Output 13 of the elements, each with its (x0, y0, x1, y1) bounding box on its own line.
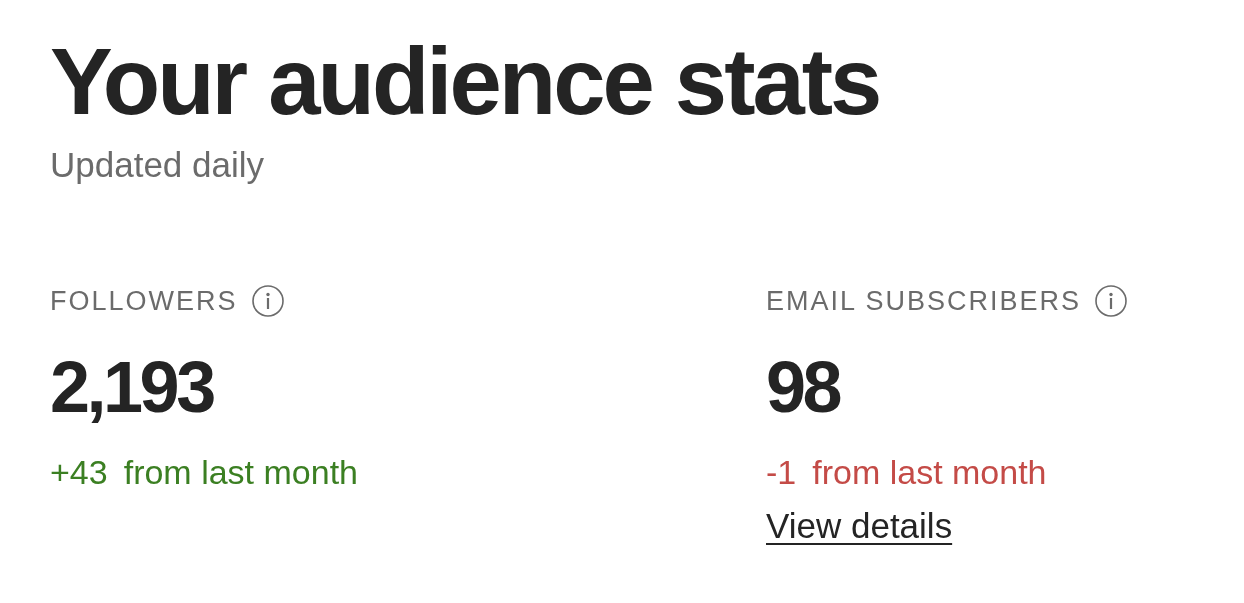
stat-label: FOLLOWERS (50, 285, 238, 318)
stat-value: 98 (766, 348, 840, 428)
stat-label: EMAIL SUBSCRIBERS (766, 285, 1082, 318)
page-subtitle: Updated daily (50, 144, 265, 186)
page-title: Your audience stats (50, 35, 880, 129)
info-icon[interactable] (1095, 285, 1128, 318)
change-amount: -1 (766, 451, 797, 493)
view-details-link[interactable]: View details (766, 505, 953, 548)
change-caption: from last month (812, 451, 1047, 493)
info-icon[interactable] (251, 285, 284, 318)
change-amount: +43 (50, 451, 108, 493)
change-caption: from last month (123, 451, 358, 493)
stat-value: 2,193 (50, 348, 213, 428)
